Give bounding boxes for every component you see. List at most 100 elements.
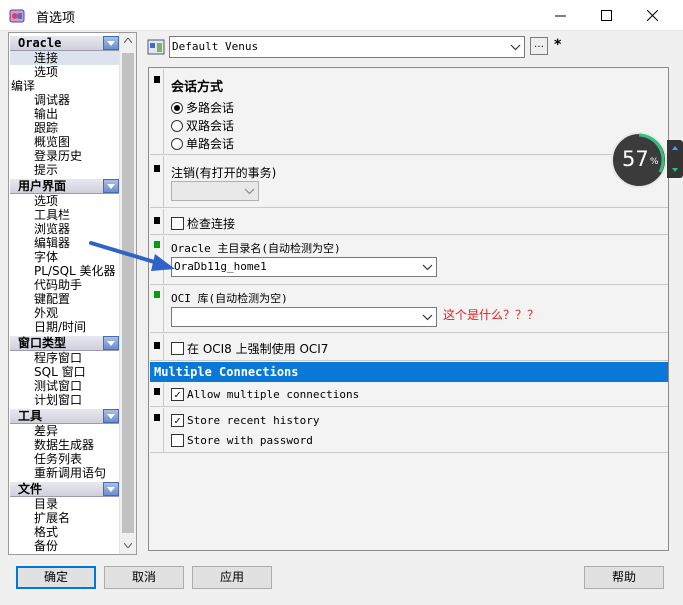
session-mode-section: 会话方式 多路会话 双路会话 单路会话 — [150, 69, 668, 155]
up-down-arrows-icon — [672, 146, 678, 172]
apply-button[interactable]: 应用 — [192, 566, 272, 589]
tree-item-date-time[interactable]: 日期/时间 — [10, 320, 120, 334]
collapse-icon[interactable] — [103, 482, 119, 496]
collapse-icon[interactable] — [103, 179, 119, 193]
checkbox-label: 检查连接 — [187, 217, 236, 231]
tree-item-format[interactable]: 格式 — [10, 525, 120, 539]
tree-item-browser[interactable]: 浏览器 — [10, 222, 120, 236]
close-button[interactable] — [629, 0, 675, 31]
tree-item-output[interactable]: 输出 — [10, 107, 120, 121]
tree-item-task-list[interactable]: 任务列表 — [10, 452, 120, 466]
app-icon — [9, 9, 25, 23]
tree-item-code-assistant[interactable]: 代码助手 — [10, 278, 120, 292]
checkbox-label: Store recent history — [187, 414, 320, 427]
tree-item-diff[interactable]: 差异 — [10, 424, 120, 438]
tree-item-ui-options[interactable]: 选项 — [10, 194, 120, 208]
section-marker — [154, 388, 160, 395]
collapse-icon[interactable] — [103, 36, 119, 50]
allow-multiple-checkbox[interactable]: ✓ Allow multiple connections — [171, 388, 359, 401]
help-button[interactable]: 帮助 — [584, 566, 664, 589]
oracle-home-select[interactable]: OraDb11g_home1 — [171, 257, 437, 277]
tree-item-recall-statement[interactable]: 重新调用语句 — [10, 466, 120, 480]
checkbox-label: 在 OCI8 上强制使用 OCI7 — [187, 342, 329, 356]
chevron-down-icon — [510, 44, 521, 51]
check-connection-checkbox[interactable]: 检查连接 — [171, 215, 235, 232]
tree-item-directories[interactable]: 目录 — [10, 497, 120, 511]
store-history-checkbox[interactable]: ✓ Store recent history — [171, 414, 319, 427]
annotation-arrow-icon — [89, 241, 175, 271]
logoff-section: 注销(有打开的事务) — [150, 156, 668, 208]
tree-item-key-config[interactable]: 键配置 — [10, 292, 120, 306]
scroll-up-icon[interactable] — [124, 38, 132, 43]
modified-indicator: * — [554, 37, 562, 53]
maximize-icon — [600, 10, 612, 21]
tree-item-data-generator[interactable]: 数据生成器 — [10, 438, 120, 452]
profile-select[interactable]: Default Venus — [169, 36, 525, 58]
radio-multi-session[interactable]: 多路会话 — [171, 99, 234, 116]
gauge-side-panel[interactable] — [667, 140, 683, 178]
tree-item-debugger[interactable]: 调试器 — [10, 93, 120, 107]
scroll-down-icon[interactable] — [124, 543, 132, 548]
window-title: 首选项 — [36, 11, 76, 26]
tree-scroll-thumb[interactable] — [122, 53, 134, 533]
force-oci7-section: 在 OCI8 上强制使用 OCI7 — [150, 334, 668, 361]
tree-item-options[interactable]: 选项 — [10, 65, 120, 79]
tree-item-appearance[interactable]: 外观 — [10, 306, 120, 320]
tree-group-window-types[interactable]: 窗口类型 — [10, 335, 120, 351]
collapse-icon[interactable] — [103, 409, 119, 423]
gauge-value: 57 — [622, 147, 649, 171]
radio-label: 单路会话 — [186, 137, 235, 151]
tree-item-extensions[interactable]: 扩展名 — [10, 511, 120, 525]
tree-group-label: 文件 — [18, 482, 43, 496]
tree-group-user-interface[interactable]: 用户界面 — [10, 178, 120, 194]
checkbox-unchecked-icon — [171, 217, 184, 230]
minimize-icon — [554, 15, 566, 17]
section-marker — [154, 217, 160, 224]
cancel-button[interactable]: 取消 — [104, 566, 184, 589]
tree-group-label: 用户界面 — [18, 179, 67, 193]
maximize-button[interactable] — [583, 0, 629, 31]
chevron-down-icon — [422, 264, 433, 271]
profile-select-value: Default Venus — [172, 40, 259, 53]
tree-group-tools[interactable]: 工具 — [10, 408, 120, 424]
oci-library-section: OCI 库(自动检测为空) — [150, 286, 668, 333]
tree-item-login-history[interactable]: 登录历史 — [10, 149, 120, 163]
oci-library-select[interactable] — [171, 307, 437, 327]
tree-item-test-window[interactable]: 测试窗口 — [10, 379, 120, 393]
tree-item-program-window[interactable]: 程序窗口 — [10, 351, 120, 365]
radio-dual-session[interactable]: 双路会话 — [171, 117, 234, 134]
tree-item-connection[interactable]: 连接 — [10, 51, 120, 65]
collapse-icon[interactable] — [103, 336, 119, 350]
tree-group-label: 窗口类型 — [18, 336, 67, 350]
checkbox-checked-icon: ✓ — [171, 414, 184, 427]
session-mode-title: 会话方式 — [171, 80, 224, 95]
tree-item-plan-window[interactable]: 计划窗口 — [10, 393, 120, 407]
settings-panel: 会话方式 多路会话 双路会话 单路会话 注销(有打开的事务) 检查连接 Orac… — [148, 67, 669, 551]
section-marker — [154, 414, 160, 421]
radio-single-session[interactable]: 单路会话 — [171, 135, 234, 152]
radio-label: 双路会话 — [186, 119, 235, 133]
annotation-note: 这个是什么？？？ — [443, 308, 540, 322]
tree-item-compile[interactable]: 编译 — [10, 79, 120, 93]
profile-more-button[interactable]: … — [530, 37, 548, 55]
tree-item-toolbar[interactable]: 工具栏 — [10, 208, 120, 222]
tree-item-sql-window[interactable]: SQL 窗口 — [10, 365, 120, 379]
close-icon — [646, 10, 658, 21]
tree-group-label: Oracle — [18, 36, 62, 50]
multiple-connections-header: Multiple Connections — [150, 362, 668, 382]
force-oci7-checkbox[interactable]: 在 OCI8 上强制使用 OCI7 — [171, 340, 328, 357]
radio-label: 多路会话 — [186, 101, 235, 115]
tree-item-overview[interactable]: 概览图 — [10, 135, 120, 149]
ok-button[interactable]: 确定 — [16, 566, 96, 589]
title-bar: 首选项 — [0, 0, 683, 31]
tree-group-oracle[interactable]: Oracle — [10, 35, 120, 51]
tree-scrollbar[interactable] — [119, 33, 136, 554]
tree-item-hints[interactable]: 提示 — [10, 163, 120, 177]
tree-group-label: 工具 — [18, 409, 43, 423]
store-password-checkbox[interactable]: Store with password — [171, 434, 313, 447]
tree-item-backup[interactable]: 备份 — [10, 539, 120, 553]
tree-group-files[interactable]: 文件 — [10, 481, 120, 497]
category-tree: Oracle 连接 选项 编译 调试器 输出 跟踪 概览图 登录历史 提示 用户… — [8, 32, 137, 555]
minimize-button[interactable] — [537, 0, 583, 31]
tree-item-trace[interactable]: 跟踪 — [10, 121, 120, 135]
